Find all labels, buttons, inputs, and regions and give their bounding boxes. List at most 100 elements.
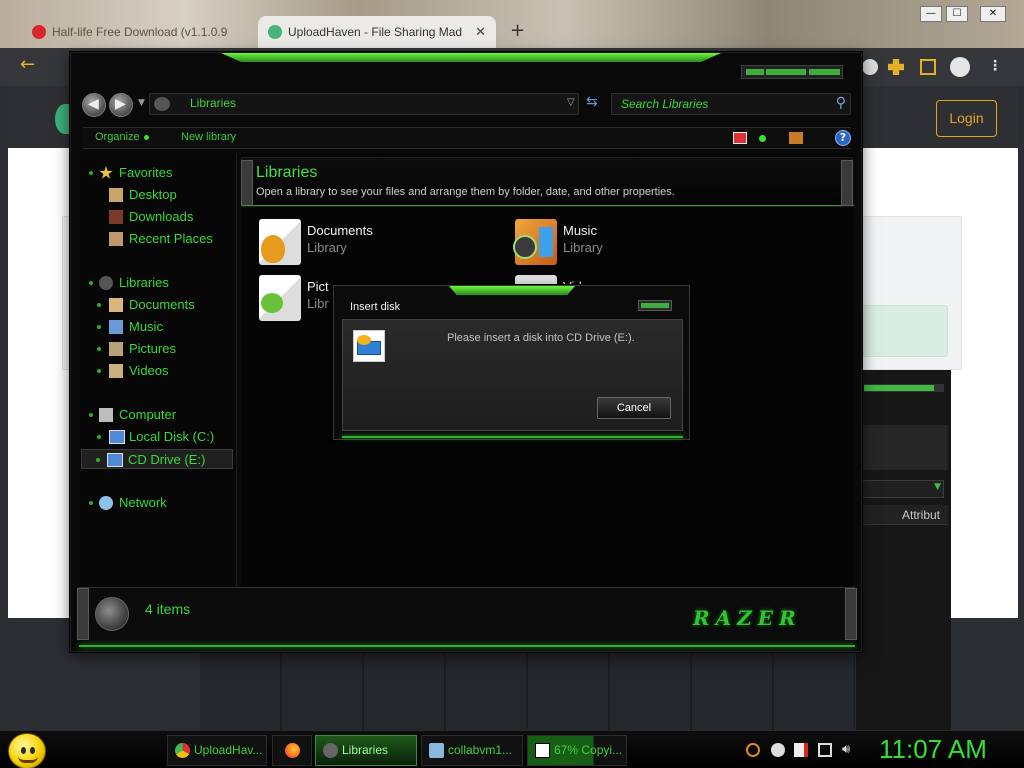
nav-desktop[interactable]: Desktop	[109, 185, 177, 205]
action-center-flag-icon[interactable]	[794, 743, 808, 757]
new-tab-button[interactable]: +	[510, 20, 525, 41]
secondary-window-panel	[856, 425, 948, 470]
browser-maximize-button[interactable]: ☐	[946, 6, 968, 22]
back-button[interactable]: ◀	[82, 93, 106, 117]
explorer-minimize-button[interactable]	[746, 69, 764, 75]
profile-avatar-icon[interactable]	[950, 57, 970, 77]
expand-bullet-icon[interactable]	[97, 435, 101, 439]
smiley-mouth-icon	[18, 756, 38, 763]
nav-computer[interactable]: Computer	[89, 405, 176, 425]
dialog-close-button[interactable]	[638, 300, 672, 311]
library-music[interactable]: Music Library	[513, 219, 735, 269]
smiley-eye-icon	[30, 747, 35, 754]
address-text[interactable]: Libraries	[190, 96, 236, 110]
status-tray-icon[interactable]	[771, 743, 785, 757]
forward-button[interactable]: ▶	[109, 93, 133, 117]
library-pictures[interactable]: Pict Libr	[259, 275, 329, 325]
title-glow	[221, 53, 721, 62]
explorer-maximize-button[interactable]	[766, 69, 806, 75]
taskbar-item-firefox[interactable]	[272, 735, 312, 766]
explorer-window-controls[interactable]	[741, 65, 843, 79]
nav-network[interactable]: Network	[89, 493, 167, 513]
nav-cd-drive-e[interactable]: CD Drive (E:)	[81, 449, 233, 469]
extension-icon[interactable]	[862, 59, 878, 75]
organize-button[interactable]: Organize	[95, 131, 149, 143]
back-arrow-icon[interactable]: ←	[20, 54, 35, 75]
local-disk-icon	[109, 430, 125, 444]
attribute-column-header[interactable]: Attribut	[856, 505, 948, 525]
taskbar-item-collabvm[interactable]: collabvm1...	[421, 735, 523, 766]
view-dropdown-icon[interactable]	[759, 135, 766, 142]
uploadhaven-favicon-icon	[268, 25, 282, 39]
browser-minimize-button[interactable]: —	[920, 6, 942, 22]
browser-close-button[interactable]: ✕	[980, 6, 1006, 22]
help-icon[interactable]: ?	[835, 130, 851, 146]
taskbar-item-7zip-copy[interactable]: 67% Copyi...	[527, 735, 627, 766]
cd-drive-icon	[107, 453, 123, 467]
recent-places-icon	[109, 232, 123, 246]
library-type: Library	[307, 240, 347, 255]
explorer-close-button[interactable]	[809, 69, 840, 75]
refresh-icon[interactable]: ⇆	[586, 94, 598, 110]
taskbar-item-label: UploadHav...	[194, 743, 263, 757]
expand-bullet-icon[interactable]	[89, 281, 93, 285]
firefox-icon	[285, 743, 300, 758]
nav-documents[interactable]: Documents	[97, 295, 195, 315]
preview-pane-icon[interactable]	[789, 132, 803, 144]
library-name: Music	[563, 223, 597, 238]
volume-icon[interactable]: 🔊︎	[842, 743, 856, 757]
network-tray-icon[interactable]	[818, 743, 832, 757]
view-options-icon[interactable]	[733, 132, 747, 144]
taskbar-item-chrome[interactable]: UploadHav...	[167, 735, 267, 766]
libraries-icon	[99, 276, 113, 290]
library-type: Libr	[307, 296, 329, 311]
taskbar-item-libraries[interactable]: Libraries	[315, 735, 417, 766]
recent-pages-dropdown-icon[interactable]: ▼	[138, 98, 145, 108]
library-documents[interactable]: Documents Library	[259, 219, 479, 269]
kebab-menu-icon[interactable]: ⋮	[988, 59, 1004, 75]
sidepanel-icon[interactable]	[920, 59, 936, 75]
nav-libraries[interactable]: Libraries	[89, 273, 169, 293]
expand-bullet-icon[interactable]	[96, 458, 100, 462]
search-tray-icon[interactable]	[746, 743, 760, 757]
expand-bullet-icon[interactable]	[89, 413, 93, 417]
nav-downloads[interactable]: Downloads	[109, 207, 193, 227]
expand-bullet-icon[interactable]	[97, 347, 101, 351]
secondary-window-dropdown[interactable]	[856, 480, 944, 498]
documents-library-icon	[259, 219, 301, 265]
libraries-disk-icon	[95, 597, 129, 631]
start-button[interactable]	[8, 733, 46, 768]
cancel-button[interactable]: Cancel	[597, 397, 671, 419]
nav-music[interactable]: Music	[97, 317, 163, 337]
expand-bullet-icon[interactable]	[97, 369, 101, 373]
nav-pictures[interactable]: Pictures	[97, 339, 176, 359]
expand-bullet-icon[interactable]	[97, 325, 101, 329]
music-library-icon	[513, 219, 557, 265]
login-button[interactable]: Login	[936, 100, 997, 137]
search-input[interactable]: Search Libraries ⚲	[611, 93, 851, 115]
secondary-window-controls[interactable]	[864, 385, 934, 391]
nav-recent-places[interactable]: Recent Places	[109, 229, 213, 249]
dialog-title: Insert disk	[350, 301, 401, 313]
taskbar-clock[interactable]: 11:07 AM	[879, 734, 987, 765]
nav-videos[interactable]: Videos	[97, 361, 169, 381]
nav-local-disk-c[interactable]: Local Disk (C:)	[97, 427, 214, 447]
browser-tab-halflife[interactable]: Half-life Free Download (v1.1.0.9	[22, 16, 257, 48]
browser-tab-uploadhaven[interactable]: UploadHaven - File Sharing Mad ✕	[258, 16, 496, 48]
puzzle-icon[interactable]	[888, 59, 904, 75]
nav-favorites-label: Favorites	[119, 165, 173, 180]
7zip-icon	[535, 743, 550, 758]
address-bar[interactable]: Libraries	[149, 93, 579, 115]
expand-bullet-icon[interactable]	[97, 303, 101, 307]
tab-close-icon[interactable]: ✕	[475, 16, 486, 48]
pictures-icon	[109, 342, 123, 356]
expand-bullet-icon[interactable]	[89, 501, 93, 505]
address-dropdown-icon[interactable]: ▽	[567, 97, 575, 108]
dropdown-arrow-icon[interactable]: ▼	[934, 482, 941, 492]
search-icon[interactable]: ⚲	[836, 95, 846, 111]
new-library-button[interactable]: New library	[181, 131, 236, 143]
nav-favorites[interactable]: Favorites	[89, 163, 173, 183]
expand-bullet-icon[interactable]	[89, 171, 93, 175]
upload-success-panel	[862, 305, 948, 357]
library-name: Pict	[307, 279, 329, 294]
